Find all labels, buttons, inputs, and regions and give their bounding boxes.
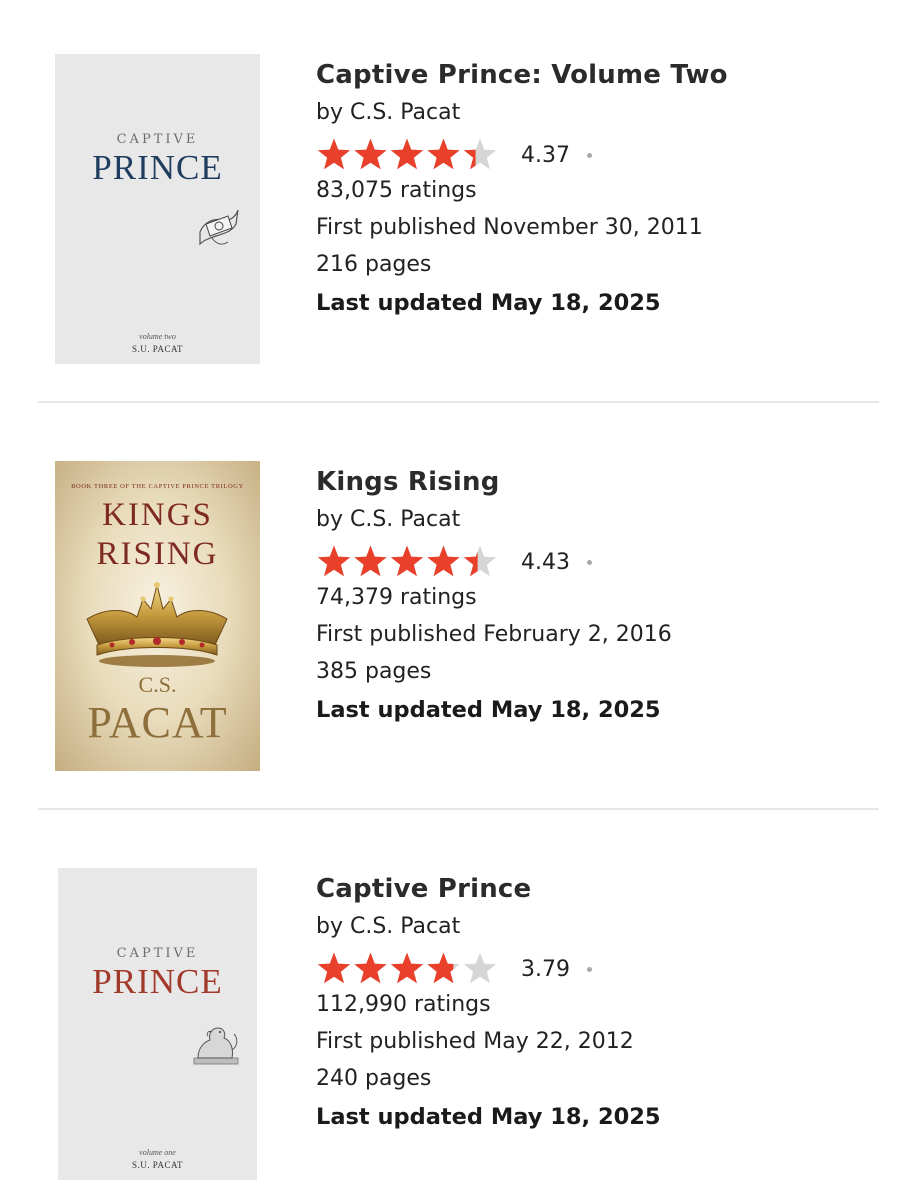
- book-item[interactable]: CAPTIVE PRINCE volume two S.U. PACAT Cap…: [0, 40, 917, 370]
- last-updated: Last updated May 18, 2025: [316, 290, 661, 316]
- crown-icon: [86, 582, 228, 667]
- book-title[interactable]: Captive Prince: [316, 874, 531, 904]
- divider: [38, 401, 879, 403]
- star-icon-filled: [390, 545, 424, 577]
- cover-lion-icon: [193, 1027, 239, 1065]
- ratings-count: 74,379 ratings: [316, 585, 477, 610]
- separator-dot: [587, 153, 592, 158]
- book-cover[interactable]: Book three of the Captive Prince Trilogy…: [55, 461, 260, 771]
- page-count: 216 pages: [316, 252, 432, 277]
- star-icon-filled: [317, 545, 351, 577]
- cover-volume-text: volume one: [139, 1148, 176, 1157]
- divider: [38, 808, 879, 810]
- cover-author-text: S.U. PACAT: [132, 344, 183, 354]
- star-icon-filled: [427, 138, 460, 170]
- book-author[interactable]: by C.S. Pacat: [316, 507, 460, 532]
- star-icon-empty: [463, 952, 497, 984]
- star-icon-filled: [390, 138, 424, 170]
- separator-dot: [587, 560, 592, 565]
- cover-author-surname: PACAT: [87, 698, 228, 747]
- book-item[interactable]: Book three of the Captive Prince Trilogy…: [0, 447, 917, 777]
- cover-author-initials: C.S.: [138, 672, 177, 697]
- cover-title-text: PRINCE: [92, 148, 223, 187]
- star-icon-filled: [317, 138, 351, 170]
- book-title[interactable]: Captive Prince: Volume Two: [316, 60, 728, 90]
- cover-tagline-text: Book three of the Captive Prince Trilogy: [71, 483, 244, 490]
- book-cover[interactable]: CAPTIVE PRINCE volume one S.U. PACAT: [58, 868, 257, 1180]
- average-rating: 4.37: [521, 143, 570, 168]
- cover-title-line1: KINGS: [102, 497, 213, 533]
- separator-dot: [587, 967, 592, 972]
- last-updated: Last updated May 18, 2025: [316, 1104, 661, 1130]
- publication-date: First published May 22, 2012: [316, 1029, 634, 1054]
- cover-title-text: PRINCE: [92, 962, 223, 1001]
- star-icon-filled: [354, 138, 387, 170]
- publication-date: First published February 2, 2016: [316, 622, 672, 647]
- cover-series-text: CAPTIVE: [116, 946, 199, 961]
- book-author[interactable]: by C.S. Pacat: [316, 100, 460, 125]
- cover-emblem-icon: [199, 209, 239, 246]
- star-rating: [317, 138, 497, 170]
- book-item[interactable]: CAPTIVE PRINCE volume one S.U. PACAT Cap…: [0, 854, 917, 1184]
- star-icon-filled: [354, 952, 387, 984]
- star-icon-filled: [390, 952, 424, 984]
- average-rating: 3.79: [521, 957, 570, 982]
- cover-volume-text: volume two: [139, 332, 176, 341]
- publication-date: First published November 30, 2011: [316, 215, 703, 240]
- book-author[interactable]: by C.S. Pacat: [316, 914, 460, 939]
- star-rating: [317, 545, 497, 577]
- star-icon-filled: [317, 952, 351, 984]
- last-updated: Last updated May 18, 2025: [316, 697, 661, 723]
- ratings-count: 112,990 ratings: [316, 992, 491, 1017]
- star-icon-filled: [427, 545, 460, 577]
- average-rating: 4.43: [521, 550, 570, 575]
- star-icon-filled: [354, 545, 387, 577]
- cover-title-line2: RISING: [96, 536, 219, 572]
- ratings-count: 83,075 ratings: [316, 178, 477, 203]
- book-cover[interactable]: CAPTIVE PRINCE volume two S.U. PACAT: [55, 54, 260, 364]
- book-title[interactable]: Kings Rising: [316, 467, 500, 497]
- page-count: 385 pages: [316, 659, 432, 684]
- star-rating: [317, 952, 497, 984]
- page-count: 240 pages: [316, 1066, 432, 1091]
- cover-author-text: S.U. PACAT: [132, 1160, 183, 1170]
- cover-series-text: CAPTIVE: [116, 132, 199, 147]
